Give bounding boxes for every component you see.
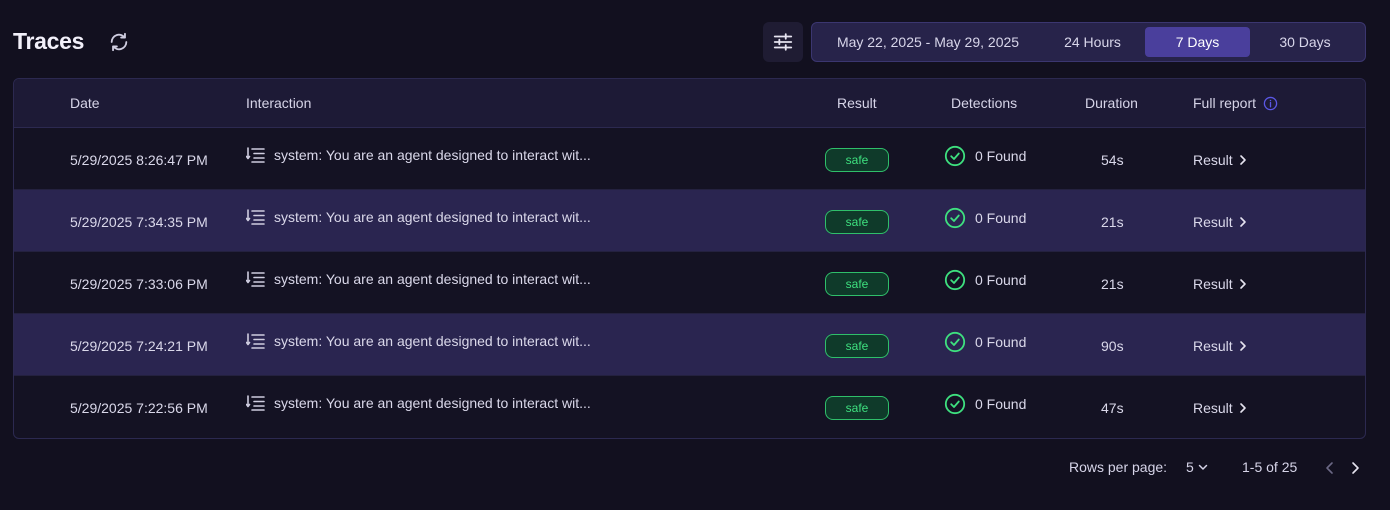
check-circle-icon [944,145,966,167]
check-circle-icon [944,269,966,291]
detections-count: 0 Found [975,148,1027,164]
check-circle-icon [944,393,966,415]
result-link-label: Result [1193,152,1233,168]
list-icon [246,333,265,349]
trace-duration: 54s [1101,152,1124,168]
date-range-selector: May 22, 2025 - May 29, 2025 24 Hours 7 D… [811,22,1366,62]
trace-interaction[interactable]: system: You are an agent designed to int… [246,270,591,288]
trace-interaction[interactable]: system: You are an agent designed to int… [246,332,591,350]
refresh-icon[interactable] [108,31,130,53]
trace-duration: 90s [1101,338,1124,354]
header: Traces May 22, 2025 - May 29, 2025 24 Ho… [13,22,1366,62]
date-range-display[interactable]: May 22, 2025 - May 29, 2025 [816,34,1040,50]
result-link[interactable]: Result [1193,152,1247,168]
check-circle-icon [944,207,966,229]
result-link-label: Result [1193,214,1233,230]
result-cell: safe [825,396,889,420]
detections-cell: 0 Found [944,393,1026,415]
detections-cell: 0 Found [944,145,1026,167]
result-link-label: Result [1193,276,1233,292]
result-cell: safe [825,272,889,296]
rows-per-page-label: Rows per page: [1069,459,1168,475]
page-title: Traces [13,28,85,54]
result-cell: safe [825,210,889,234]
column-header-full-report[interactable]: Full report [1193,95,1278,111]
result-link-label: Result [1193,400,1233,416]
chevron-right-icon [1239,341,1246,351]
table-row[interactable]: 5/29/2025 8:26:47 PM system: You are an … [14,128,1365,190]
trace-date: 5/29/2025 8:26:47 PM [70,152,208,168]
chevron-right-icon [1239,217,1246,227]
table-row[interactable]: 5/29/2025 7:33:06 PM system: You are an … [14,252,1365,314]
status-badge: safe [825,334,889,358]
trace-date: 5/29/2025 7:22:56 PM [70,400,208,416]
interaction-text: system: You are an agent designed to int… [274,333,591,349]
result-link[interactable]: Result [1193,400,1247,416]
result-link[interactable]: Result [1193,276,1247,292]
interaction-text: system: You are an agent designed to int… [274,209,591,225]
status-badge: safe [825,272,889,296]
detections-cell: 0 Found [944,207,1026,229]
column-header-duration[interactable]: Duration [1085,95,1138,111]
table-row[interactable]: 5/29/2025 7:22:56 PM system: You are an … [14,376,1365,438]
list-icon [246,147,265,163]
range-option-7-days[interactable]: 7 Days [1145,27,1250,57]
detections-cell: 0 Found [944,269,1026,291]
check-circle-icon [944,331,966,353]
range-option-24-hours[interactable]: 24 Hours [1040,27,1145,57]
info-icon[interactable] [1263,96,1278,111]
table-row[interactable]: 5/29/2025 7:34:35 PM system: You are an … [14,190,1365,252]
detections-count: 0 Found [975,272,1027,288]
interaction-text: system: You are an agent designed to int… [274,147,591,163]
chevron-right-icon [1239,155,1246,165]
status-badge: safe [825,148,889,172]
result-cell: safe [825,334,889,358]
trace-interaction[interactable]: system: You are an agent designed to int… [246,208,591,226]
sliders-icon [773,33,793,51]
chevron-right-icon [1239,279,1246,289]
table-header: Date Interaction Result Detections Durat… [14,79,1365,128]
status-badge: safe [825,396,889,420]
trace-duration: 21s [1101,276,1124,292]
pagination-range: 1-5 of 25 [1242,459,1298,475]
status-badge: safe [825,210,889,234]
interaction-text: system: You are an agent designed to int… [274,271,591,287]
trace-duration: 47s [1101,400,1124,416]
result-link[interactable]: Result [1193,338,1247,354]
full-report-label: Full report [1193,95,1257,111]
filter-button[interactable] [763,22,803,62]
column-header-interaction[interactable]: Interaction [246,95,311,111]
result-cell: safe [825,148,889,172]
rows-per-page-value: 5 [1186,459,1194,475]
trace-date: 5/29/2025 7:34:35 PM [70,214,208,230]
result-link-label: Result [1193,338,1233,354]
result-link[interactable]: Result [1193,214,1247,230]
list-icon [246,395,265,411]
table-body: 5/29/2025 8:26:47 PM system: You are an … [14,128,1365,438]
trace-date: 5/29/2025 7:24:21 PM [70,338,208,354]
trace-date: 5/29/2025 7:33:06 PM [70,276,208,292]
detections-count: 0 Found [975,334,1027,350]
list-icon [246,271,265,287]
range-option-30-days[interactable]: 30 Days [1250,27,1360,57]
chevron-down-icon [1198,464,1208,470]
column-header-detections[interactable]: Detections [951,95,1017,111]
rows-per-page-select[interactable]: 5 [1186,459,1209,475]
detections-count: 0 Found [975,210,1027,226]
detections-cell: 0 Found [944,331,1026,353]
traces-table: Date Interaction Result Detections Durat… [13,78,1366,439]
previous-page-button[interactable] [1324,461,1336,475]
next-page-button[interactable] [1349,461,1361,475]
trace-interaction[interactable]: system: You are an agent designed to int… [246,146,591,164]
pagination: Rows per page: 5 1-5 of 25 [0,458,1390,478]
chevron-right-icon [1239,403,1246,413]
interaction-text: system: You are an agent designed to int… [274,395,591,411]
trace-interaction[interactable]: system: You are an agent designed to int… [246,394,591,412]
trace-duration: 21s [1101,214,1124,230]
table-row[interactable]: 5/29/2025 7:24:21 PM system: You are an … [14,314,1365,376]
list-icon [246,209,265,225]
column-header-result[interactable]: Result [837,95,877,111]
detections-count: 0 Found [975,396,1027,412]
column-header-date[interactable]: Date [70,95,100,111]
